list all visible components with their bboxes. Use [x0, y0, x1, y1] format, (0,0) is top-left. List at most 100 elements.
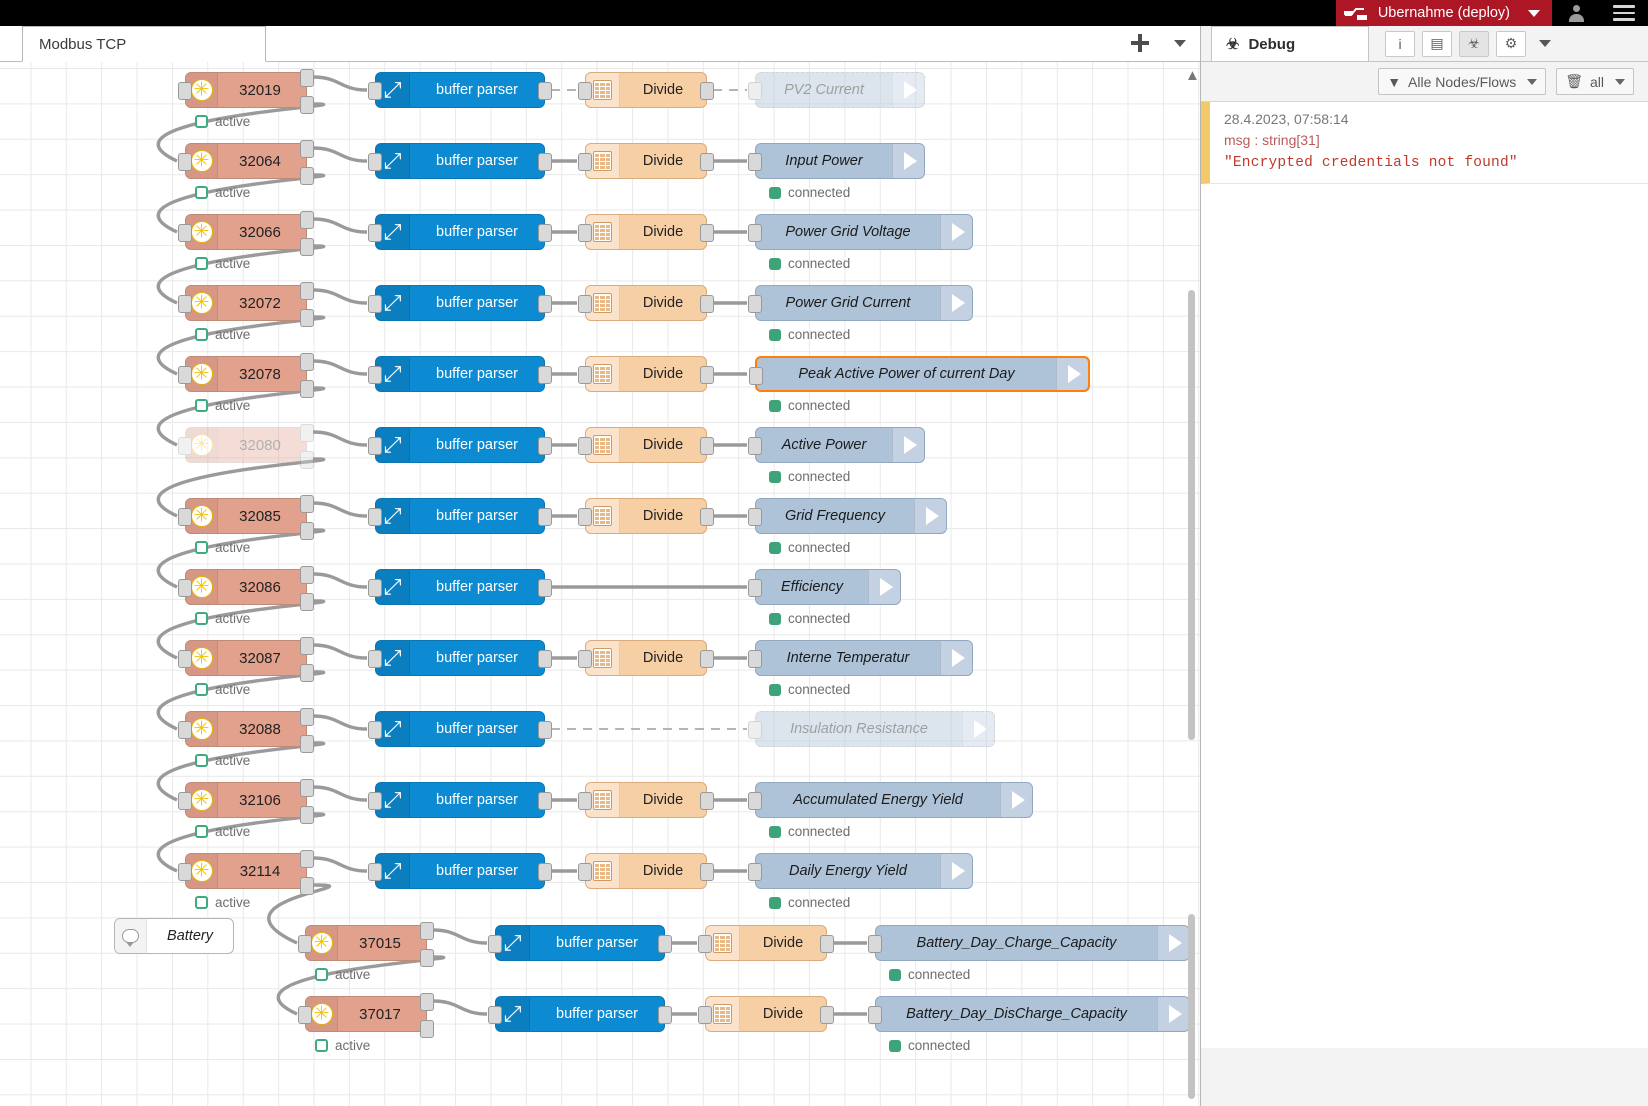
debug-message[interactable]: 28.4.2023, 07:58:14 msg : string[31] "En…	[1201, 102, 1648, 184]
node-output-port-1[interactable]	[300, 69, 314, 87]
node-output-port[interactable]	[700, 792, 714, 810]
node-mqtt-out[interactable]: Efficiency	[748, 569, 901, 605]
node-input-port[interactable]	[368, 153, 382, 171]
node-buffer-parser[interactable]: buffer parser	[368, 72, 552, 108]
node-mqtt-out[interactable]: Power Grid Current	[748, 285, 973, 321]
debug-tab-button[interactable]: ☣	[1459, 30, 1489, 57]
scrollbar-thumb-lower[interactable]	[1188, 914, 1195, 1099]
node-output-port[interactable]	[538, 579, 552, 597]
node-modbus-32086[interactable]: 32086	[178, 566, 314, 611]
node-input-port[interactable]	[868, 935, 882, 953]
node-mqtt-out[interactable]: Battery_Day_Charge_Capacity	[868, 925, 1190, 961]
node-output-port-1[interactable]	[300, 779, 314, 797]
node-input-port[interactable]	[368, 437, 382, 455]
node-input-port[interactable]	[748, 650, 762, 668]
info-tab-button[interactable]: i	[1385, 30, 1415, 57]
node-input-port[interactable]	[748, 579, 762, 597]
sidebar-tab-debug[interactable]: ☣ Debug	[1211, 26, 1369, 61]
node-input-port[interactable]	[178, 792, 192, 810]
node-input-port[interactable]	[749, 367, 763, 385]
node-input-port[interactable]	[368, 224, 382, 242]
node-output-port[interactable]	[700, 153, 714, 171]
node-input-port[interactable]	[578, 508, 592, 526]
node-input-port[interactable]	[698, 1006, 712, 1024]
node-modbus-32088[interactable]: 32088	[178, 708, 314, 753]
node-output-port[interactable]	[538, 366, 552, 384]
node-input-port[interactable]	[748, 792, 762, 810]
node-mqtt-out[interactable]: Power Grid Voltage	[748, 214, 973, 250]
deploy-button[interactable]: Ubernahme (deploy)	[1335, 0, 1552, 26]
node-output-port-1[interactable]	[300, 850, 314, 868]
node-divide[interactable]: Divide	[698, 925, 834, 961]
node-modbus-32087[interactable]: 32087	[178, 637, 314, 682]
node-input-port[interactable]	[368, 366, 382, 384]
scrollbar-thumb-upper[interactable]	[1188, 290, 1195, 740]
node-buffer-parser[interactable]: buffer parser	[368, 569, 552, 605]
node-output-port[interactable]	[700, 295, 714, 313]
node-output-port-1[interactable]	[300, 495, 314, 513]
flow-canvas-viewport[interactable]: 32019 active buffer parser Divide PV2 Curren…	[0, 62, 1200, 1106]
node-output-port-2[interactable]	[300, 593, 314, 611]
node-output-port[interactable]	[538, 792, 552, 810]
debug-clear-button[interactable]: 🗑 all	[1556, 68, 1634, 95]
node-output-port[interactable]	[700, 508, 714, 526]
node-input-port[interactable]	[578, 437, 592, 455]
node-output-port[interactable]	[538, 437, 552, 455]
node-buffer-parser[interactable]: buffer parser	[368, 143, 552, 179]
node-output-port-2[interactable]	[300, 451, 314, 469]
node-output-port[interactable]	[700, 437, 714, 455]
node-output-port-1[interactable]	[300, 353, 314, 371]
node-output-port-1[interactable]	[300, 424, 314, 442]
node-modbus-37015[interactable]: 37015	[298, 922, 434, 967]
user-menu-button[interactable]	[1552, 0, 1600, 26]
node-input-port[interactable]	[488, 1006, 502, 1024]
node-input-port[interactable]	[488, 935, 502, 953]
node-input-port[interactable]	[748, 153, 762, 171]
node-buffer-parser[interactable]: buffer parser	[368, 356, 552, 392]
node-output-port[interactable]	[538, 863, 552, 881]
node-input-port[interactable]	[368, 82, 382, 100]
node-output-port-2[interactable]	[300, 167, 314, 185]
node-buffer-parser[interactable]: buffer parser	[488, 925, 672, 961]
node-output-port-2[interactable]	[420, 1020, 434, 1038]
node-output-port[interactable]	[538, 153, 552, 171]
flow-tab-modbus-tcp[interactable]: Modbus TCP	[22, 26, 266, 62]
node-divide[interactable]: Divide	[578, 285, 714, 321]
node-input-port[interactable]	[748, 863, 762, 881]
node-output-port-2[interactable]	[420, 949, 434, 967]
node-output-port[interactable]	[538, 508, 552, 526]
node-buffer-parser[interactable]: buffer parser	[368, 498, 552, 534]
node-modbus-32078[interactable]: 32078	[178, 353, 314, 398]
node-mqtt-out[interactable]: Active Power	[748, 427, 925, 463]
node-input-port[interactable]	[178, 224, 192, 242]
node-output-port[interactable]	[700, 366, 714, 384]
node-modbus-32019[interactable]: 32019	[178, 69, 314, 114]
node-output-port-1[interactable]	[420, 922, 434, 940]
node-input-port[interactable]	[368, 650, 382, 668]
node-mqtt-out[interactable]: Grid Frequency	[748, 498, 947, 534]
node-output-port[interactable]	[658, 935, 672, 953]
node-output-port[interactable]	[820, 935, 834, 953]
node-output-port[interactable]	[538, 224, 552, 242]
node-buffer-parser[interactable]: buffer parser	[368, 640, 552, 676]
node-modbus-32072[interactable]: 32072	[178, 282, 314, 327]
node-input-port[interactable]	[578, 792, 592, 810]
config-tab-button[interactable]: ⚙	[1496, 30, 1526, 57]
node-input-port[interactable]	[368, 508, 382, 526]
node-output-port[interactable]	[538, 295, 552, 313]
node-output-port-2[interactable]	[300, 380, 314, 398]
node-input-port[interactable]	[578, 82, 592, 100]
chevron-down-icon[interactable]	[1539, 40, 1551, 47]
node-output-port-1[interactable]	[300, 211, 314, 229]
node-divide[interactable]: Divide	[578, 427, 714, 463]
node-modbus-32106[interactable]: 32106	[178, 779, 314, 824]
node-output-port[interactable]	[700, 863, 714, 881]
node-input-port[interactable]	[368, 721, 382, 739]
node-output-port[interactable]	[700, 650, 714, 668]
node-divide[interactable]: Divide	[578, 356, 714, 392]
node-divide[interactable]: Divide	[578, 143, 714, 179]
node-modbus-32064[interactable]: 32064	[178, 140, 314, 185]
node-input-port[interactable]	[748, 295, 762, 313]
node-mqtt-out[interactable]: Input Power	[748, 143, 925, 179]
node-mqtt-out[interactable]: Peak Active Power of current Day	[749, 356, 1090, 392]
